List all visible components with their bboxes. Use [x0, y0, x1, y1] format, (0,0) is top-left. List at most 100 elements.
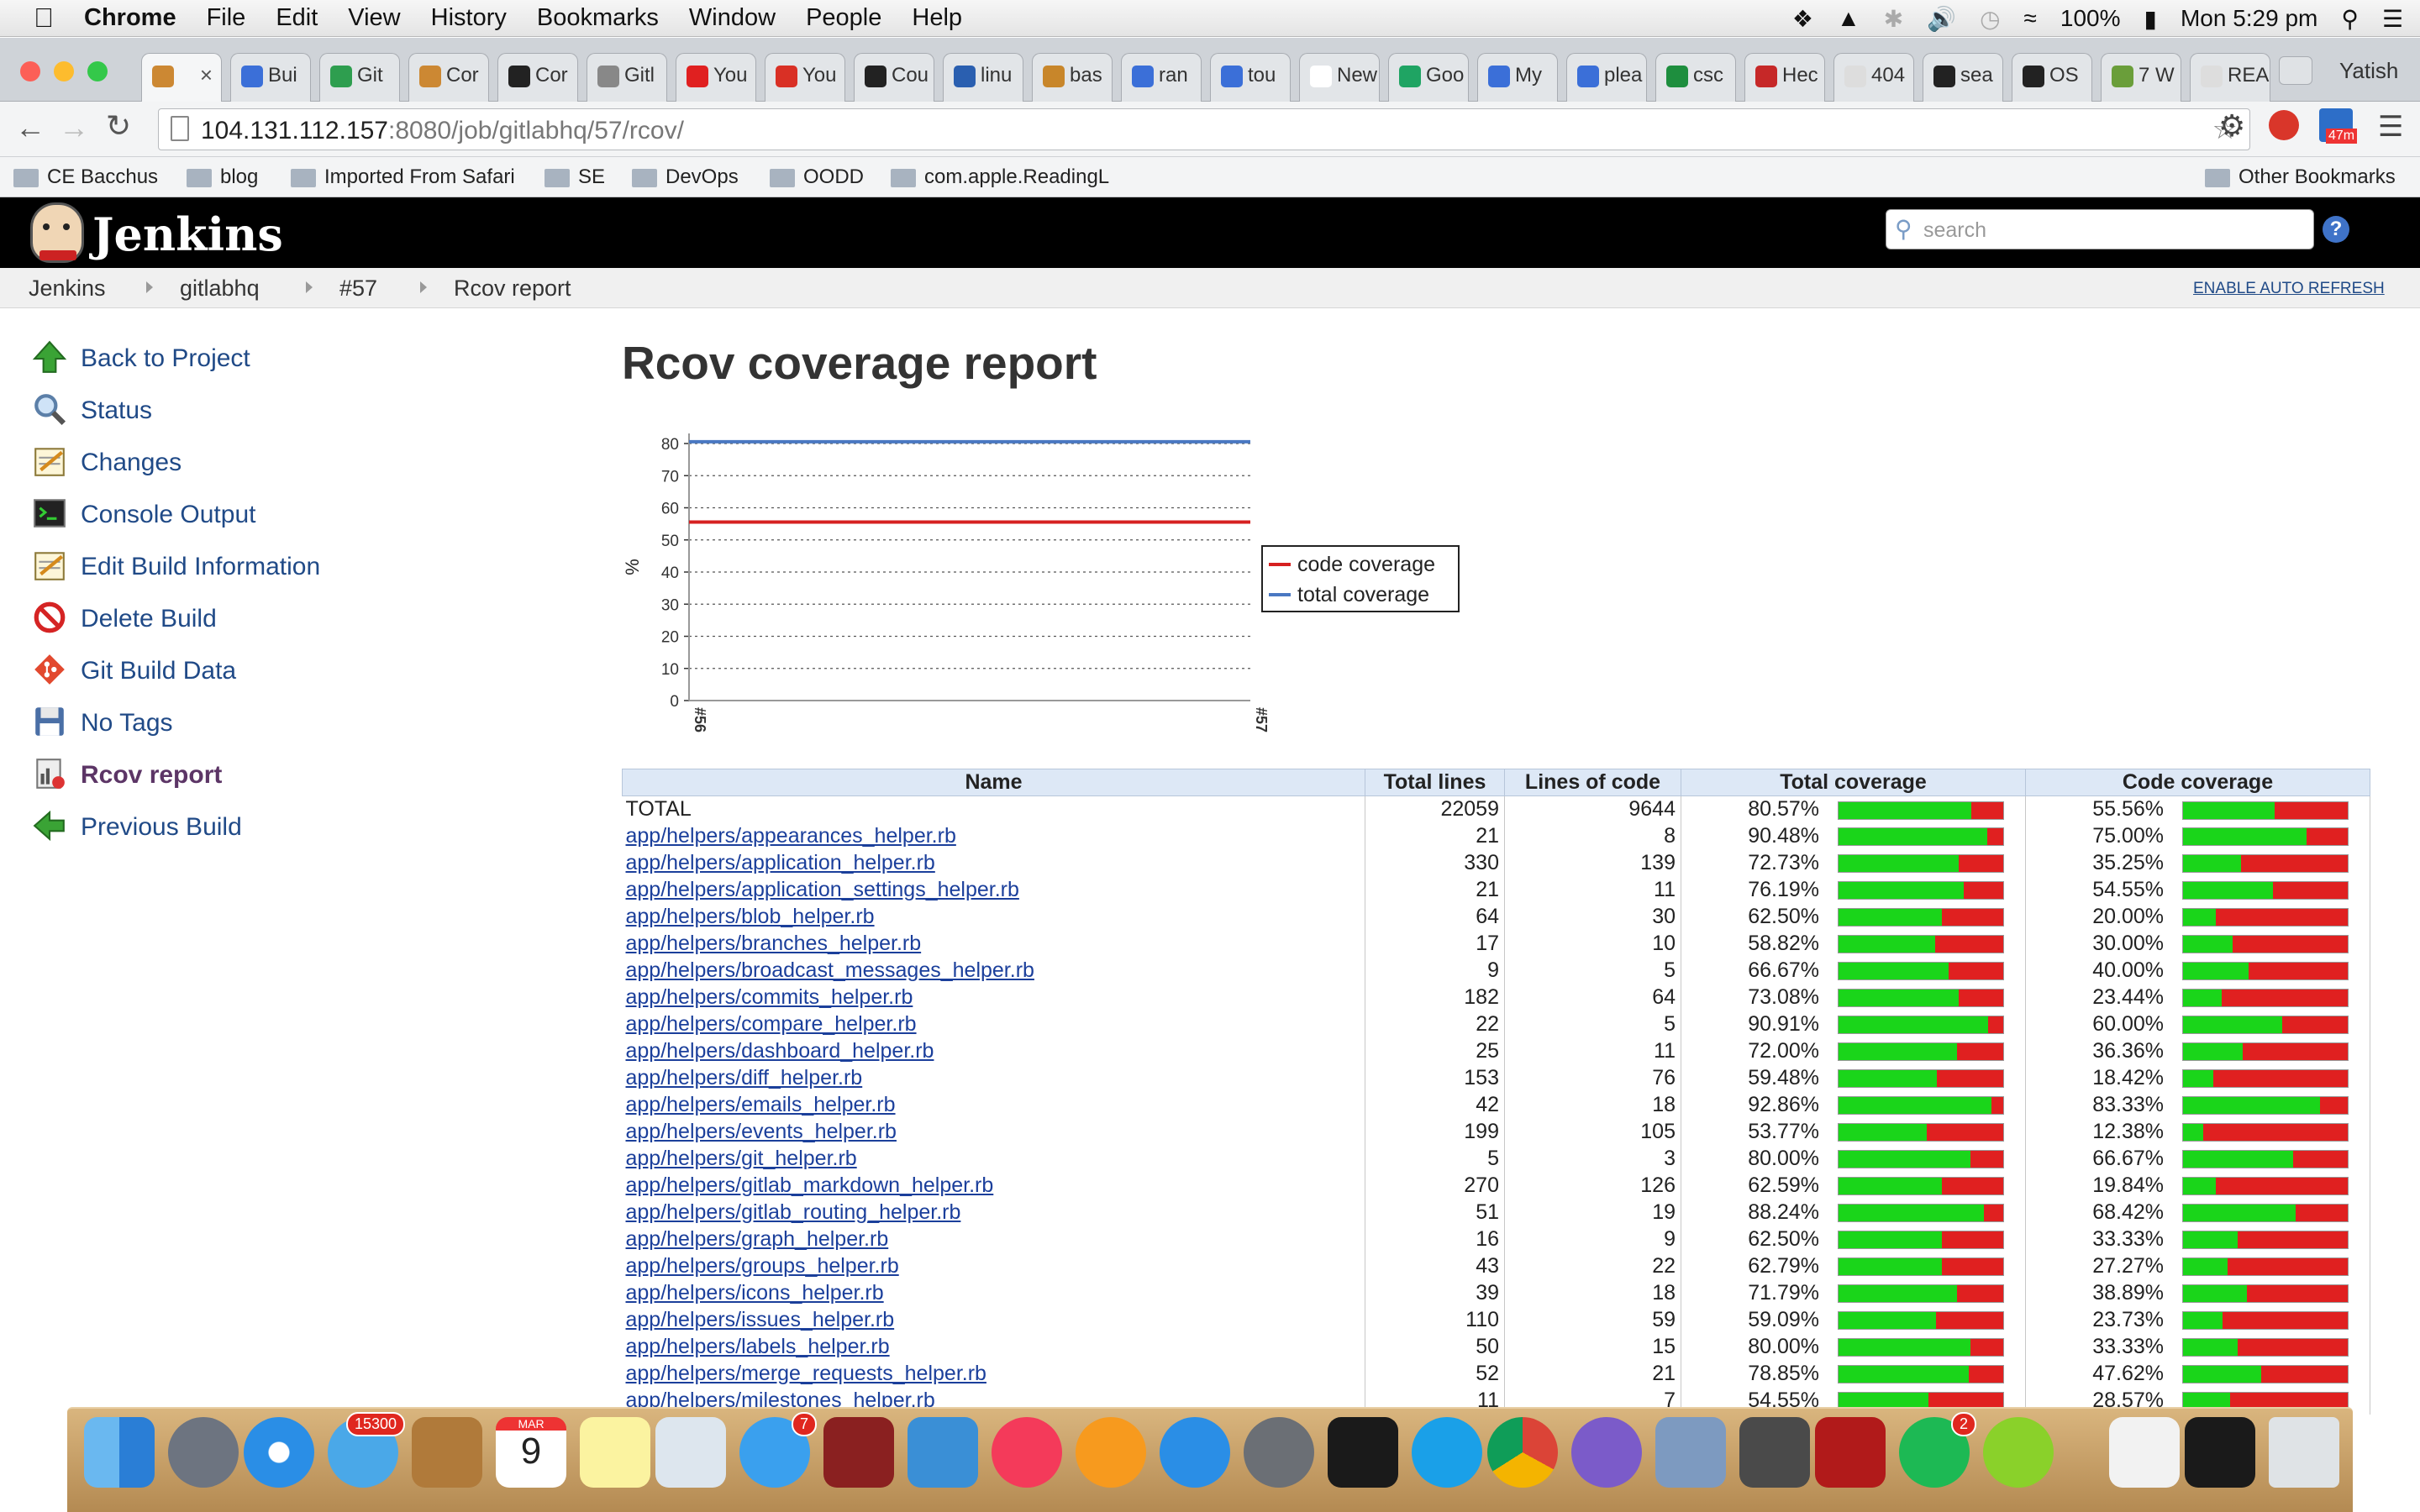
browser-tab[interactable]: 7 W [2101, 53, 2181, 102]
browser-tab[interactable]: You [676, 53, 756, 102]
browser-tab[interactable]: ran [1121, 53, 1202, 102]
bookmark-blog[interactable]: blog [187, 165, 258, 189]
launchpad-icon[interactable] [168, 1417, 239, 1488]
mail-icon[interactable] [1655, 1417, 1726, 1488]
bookmark-other-bookmarks[interactable]: Other Bookmarks [2205, 165, 2396, 189]
file-link[interactable]: app/helpers/commits_helper.rb [626, 985, 913, 1009]
ibooks-icon[interactable] [1076, 1417, 1146, 1488]
profile-name[interactable]: Yatish [2339, 58, 2398, 84]
browser-tab[interactable]: sea [1923, 53, 2003, 102]
browser-tab[interactable]: Cou [854, 53, 934, 102]
bookmark-devops[interactable]: DevOps [632, 165, 739, 189]
viber-icon[interactable] [1571, 1417, 1642, 1488]
iphoto-icon[interactable] [908, 1417, 978, 1488]
file-link[interactable]: app/helpers/broadcast_messages_helper.rb [626, 958, 1034, 982]
browser-tab[interactable]: Cor [408, 53, 489, 102]
trash-icon[interactable] [2269, 1417, 2339, 1488]
bluetooth-icon[interactable]: ✱ [1884, 5, 1903, 33]
jenkins-butler-icon[interactable] [30, 202, 84, 263]
browser-tab[interactable]: My [1477, 53, 1558, 102]
app-store-icon[interactable] [1160, 1417, 1230, 1488]
clock[interactable]: Mon 5:29 pm [2181, 5, 2317, 32]
file-link[interactable]: app/helpers/diff_helper.rb [626, 1066, 863, 1089]
browser-tab[interactable]: linu [943, 53, 1023, 102]
file-link[interactable]: app/helpers/application_settings_helper.… [626, 878, 1019, 901]
browser-tab[interactable]: You [765, 53, 845, 102]
file-link[interactable]: app/helpers/blob_helper.rb [626, 905, 875, 928]
apple-menu-icon[interactable]:  [0, 3, 69, 34]
forward-icon[interactable]: → [59, 110, 89, 145]
file-link[interactable]: app/helpers/events_helper.rb [626, 1120, 897, 1143]
menu-view[interactable]: View [333, 4, 415, 32]
volume-icon[interactable]: 🔊 [1927, 5, 1956, 33]
terminal-dock-icon[interactable] [1328, 1417, 1398, 1488]
menu-file[interactable]: File [192, 4, 261, 32]
notification-center-icon[interactable]: ☰ [2382, 5, 2403, 33]
window-close-button[interactable] [20, 61, 40, 81]
drive-icon[interactable]: ▲ [1837, 5, 1860, 32]
dropbox-icon[interactable]: ❖ [1792, 5, 1813, 33]
menu-bookmarks[interactable]: Bookmarks [522, 4, 674, 32]
bookmark-ce-bacchus[interactable]: CE Bacchus [13, 165, 158, 189]
menu-edit[interactable]: Edit [260, 4, 333, 32]
chrome-dock-icon[interactable] [1487, 1417, 1558, 1488]
browser-tab[interactable]: Hec [1744, 53, 1825, 102]
finder-icon[interactable] [84, 1417, 155, 1488]
battery-percent[interactable]: 100% [2060, 5, 2121, 32]
file-link[interactable]: app/helpers/icons_helper.rb [626, 1281, 884, 1305]
file-link[interactable]: app/helpers/dashboard_helper.rb [626, 1039, 934, 1063]
notes-icon[interactable] [580, 1417, 650, 1488]
app-store-updates-icon[interactable]: 15300 [328, 1412, 405, 1488]
contacts-icon[interactable] [412, 1417, 482, 1488]
file-link[interactable]: app/helpers/gitlab_markdown_helper.rb [626, 1173, 994, 1197]
browser-tab[interactable]: csc [1655, 53, 1736, 102]
file-link[interactable]: app/helpers/labels_helper.rb [626, 1335, 890, 1358]
reload-icon[interactable]: ↻ [106, 108, 131, 144]
file-link[interactable]: app/helpers/graph_helper.rb [626, 1227, 889, 1251]
browser-tab[interactable]: × [141, 53, 222, 102]
back-icon[interactable]: ← [15, 110, 45, 145]
preview-icon[interactable] [655, 1417, 726, 1488]
adblock-icon[interactable] [2269, 110, 2299, 140]
menu-people[interactable]: People [791, 4, 897, 32]
browser-tab[interactable]: 404 [1833, 53, 1914, 102]
spotlight-icon[interactable]: ⚲ [2341, 5, 2359, 33]
bookmark-reading-list[interactable]: com.apple.ReadingL [891, 165, 1126, 189]
file-link[interactable]: app/helpers/emails_helper.rb [626, 1093, 896, 1116]
crumb-gitlabhq[interactable]: gitlabhq [180, 276, 260, 302]
safari-icon[interactable] [244, 1417, 314, 1488]
window-zoom-button[interactable] [87, 61, 108, 81]
col-header-code-coverage[interactable]: Code coverage [2025, 769, 2370, 796]
file-link[interactable]: app/helpers/application_helper.rb [626, 851, 935, 874]
skype-icon[interactable] [1412, 1417, 1482, 1488]
extension-icon[interactable]: 47m [2319, 108, 2358, 144]
limechat-icon[interactable] [1983, 1417, 2054, 1488]
file-link[interactable]: app/helpers/groups_helper.rb [626, 1254, 899, 1278]
col-header-total-coverage[interactable]: Total coverage [1681, 769, 2026, 796]
browser-tab[interactable]: Goo [1388, 53, 1469, 102]
browser-tab[interactable]: plea [1566, 53, 1647, 102]
messages-icon[interactable]: 7 [739, 1412, 817, 1488]
tab-close-icon[interactable]: × [200, 62, 213, 88]
browser-tab[interactable]: REA [2190, 53, 2270, 102]
file-link[interactable]: app/helpers/gitlab_routing_helper.rb [626, 1200, 961, 1224]
bookmark-imported-from-safari[interactable]: Imported From Safari [291, 165, 515, 189]
calendar-icon[interactable]: MAR 9 [496, 1417, 566, 1488]
jenkins-logo-text[interactable]: Jenkins [92, 207, 283, 261]
col-header-name[interactable]: Name [622, 769, 1365, 796]
file-link[interactable]: app/helpers/appearances_helper.rb [626, 824, 956, 848]
browser-tab[interactable]: Gitl [587, 53, 667, 102]
browser-tab[interactable]: OS [2012, 53, 2092, 102]
enable-auto-refresh-link[interactable]: ENABLE AUTO REFRESH [2193, 280, 2385, 298]
settings-gear-icon[interactable]: ⚙ [2218, 108, 2245, 144]
browser-tab[interactable]: New T [1299, 53, 1380, 102]
file-link[interactable]: app/helpers/git_helper.rb [626, 1147, 857, 1170]
brackets-icon[interactable] [1815, 1417, 1886, 1488]
window-minimize-button[interactable] [54, 61, 74, 81]
menu-help[interactable]: Help [897, 4, 977, 32]
system-preferences-icon[interactable] [1244, 1417, 1314, 1488]
crumb-build-57[interactable]: #57 [339, 276, 377, 302]
file-link[interactable]: app/helpers/compare_helper.rb [626, 1012, 917, 1036]
menu-history[interactable]: History [416, 4, 522, 32]
crumb-jenkins[interactable]: Jenkins [29, 276, 106, 302]
